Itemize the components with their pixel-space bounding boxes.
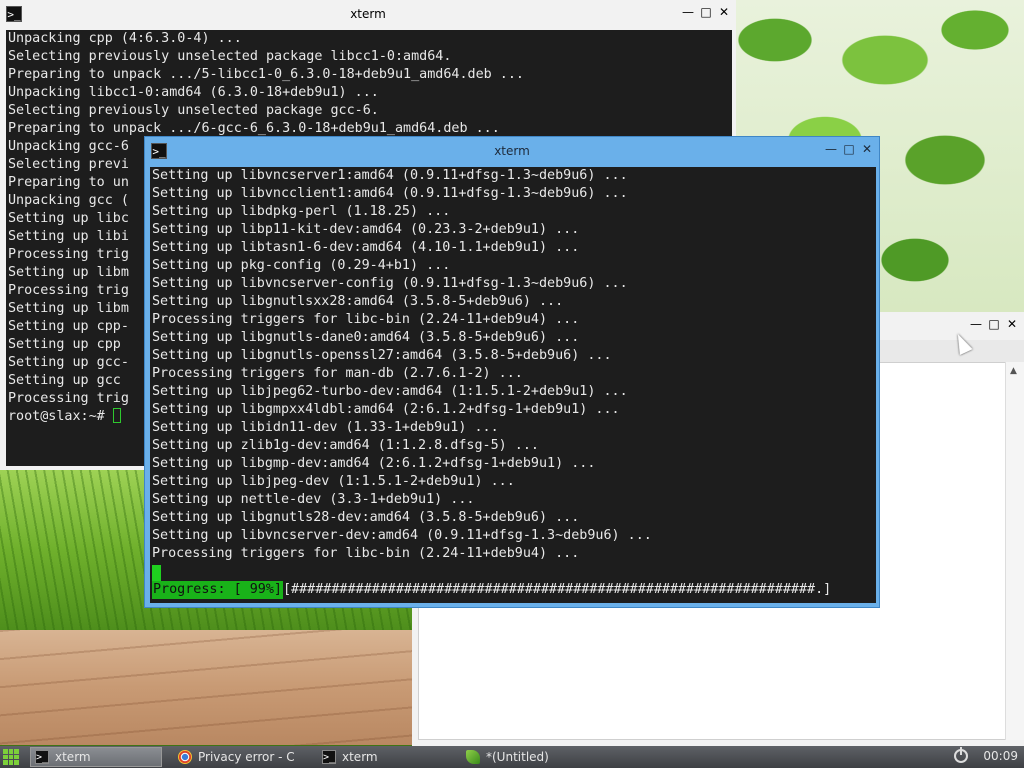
close-icon[interactable]: ✕ <box>718 5 730 19</box>
maximize-icon[interactable]: □ <box>700 5 712 19</box>
maximize-icon[interactable]: □ <box>988 317 1000 331</box>
window-titlebar[interactable]: >_ xterm — □ ✕ <box>0 0 736 28</box>
terminal-line: Setting up libgnutlsxx28:amd64 (3.5.8-5+… <box>152 294 564 309</box>
terminal-line: Setting up libjpeg62-turbo-dev:amd64 (1:… <box>152 384 628 399</box>
clock[interactable]: 00:09 <box>983 749 1018 763</box>
taskbar-item-label: xterm <box>55 750 91 764</box>
window-titlebar[interactable]: >_ xterm — □ ✕ <box>145 137 879 165</box>
window-title: xterm <box>350 7 386 21</box>
leafpad-icon <box>466 750 480 764</box>
terminal-line: Setting up nettle-dev (3.3-1+deb9u1) ... <box>152 492 475 507</box>
taskbar-item-label: Privacy error - C <box>198 750 295 764</box>
progress-bar-text: [#######################################… <box>283 582 832 597</box>
terminal-line: Setting up libjpeg-dev (1:1.5.1-2+deb9u1… <box>152 474 515 489</box>
apt-progress-line: Progress: [ 99%] [######################… <box>152 581 876 599</box>
maximize-icon[interactable]: □ <box>843 142 855 156</box>
terminal-line: Setting up libtasn1-6-dev:amd64 (4.10-1.… <box>152 240 580 255</box>
minimize-icon[interactable]: — <box>682 5 694 19</box>
terminal-line: Setting up libvncclient1:amd64 (0.9.11+d… <box>152 186 628 201</box>
taskbar-item-xterm-1[interactable]: >_ xterm <box>30 747 162 767</box>
chrome-icon <box>178 750 192 764</box>
terminal-line: Processing triggers for man-db (2.7.6.1-… <box>152 366 523 381</box>
terminal-line: Setting up zlib1g-dev:amd64 (1:1.2.8.dfs… <box>152 438 539 453</box>
power-icon[interactable] <box>954 747 968 763</box>
start-menu-icon[interactable] <box>3 749 19 765</box>
terminal-icon: >_ <box>35 750 49 764</box>
desktop-wallpaper-wood <box>0 630 420 745</box>
vertical-scrollbar[interactable]: ▲ <box>1005 362 1024 740</box>
terminal-line: Setting up libgnutls-openssl27:amd64 (3.… <box>152 348 612 363</box>
terminal-line: Setting up libdpkg-perl (1.18.25) ... <box>152 204 451 219</box>
window-title: xterm <box>494 144 530 158</box>
terminal-line: Preparing to unpack .../5-libcc1-0_6.3.0… <box>8 67 524 82</box>
terminal-line: Setting up libgmpxx4ldbl:amd64 (2:6.1.2+… <box>152 402 620 417</box>
minimize-icon[interactable]: — <box>970 317 982 331</box>
minimize-icon[interactable]: — <box>825 142 837 156</box>
terminal-line: Unpacking cpp (4:6.3.0-4) ... <box>8 31 242 46</box>
close-icon[interactable]: ✕ <box>1006 317 1018 331</box>
terminal-line: Setting up libgnutls-dane0:amd64 (3.5.8-… <box>152 330 580 345</box>
taskbar-item-xterm-2[interactable]: >_ xterm <box>318 747 450 767</box>
terminal-line: Setting up libidn11-dev (1.33-1+deb9u1) … <box>152 420 499 435</box>
close-icon[interactable]: ✕ <box>861 142 873 156</box>
terminal-line: Unpacking libcc1-0:amd64 (6.3.0-18+deb9u… <box>8 85 379 100</box>
taskbar-item-label: *(Untitled) <box>486 750 549 764</box>
taskbar-item-browser[interactable]: Privacy error - C <box>174 747 306 767</box>
xterm-window-front[interactable]: >_ xterm — □ ✕ Setting up libvncserver1:… <box>144 136 880 608</box>
taskbar: >_ xterm Privacy error - C >_ xterm *(Un… <box>0 746 1024 768</box>
terminal-cursor-block <box>152 565 161 581</box>
terminal-line: Processing triggers for libc-bin (2.24-1… <box>152 312 580 327</box>
terminal-line: Selecting previously unselected package … <box>8 103 379 118</box>
terminal-line: Setting up libp11-kit-dev:amd64 (0.23.3-… <box>152 222 580 237</box>
terminal-line: Setting up pkg-config (0.29-4+b1) ... <box>152 258 451 273</box>
progress-label: Progress: [ 99%] <box>152 581 283 599</box>
terminal-line: Setting up libgnutls28-dev:amd64 (3.5.8-… <box>152 510 580 525</box>
terminal-icon: >_ <box>322 750 336 764</box>
terminal-line: Setting up libgmp-dev:amd64 (2:6.1.2+dfs… <box>152 456 596 471</box>
terminal-line: Setting up libvncserver-dev:amd64 (0.9.1… <box>152 528 652 543</box>
taskbar-item-editor[interactable]: *(Untitled) <box>462 747 602 767</box>
text-cursor <box>112 408 121 423</box>
terminal-line: Selecting previously unselected package … <box>8 49 452 64</box>
terminal-output[interactable]: Setting up libvncserver1:amd64 (0.9.11+d… <box>150 167 876 603</box>
scroll-up-icon[interactable]: ▲ <box>1010 366 1017 376</box>
terminal-line: Setting up libvncserver1:amd64 (0.9.11+d… <box>152 168 628 183</box>
taskbar-item-label: xterm <box>342 750 378 764</box>
terminal-line: Setting up libvncserver-config (0.9.11+d… <box>152 276 628 291</box>
shell-prompt: root@slax:~# <box>8 409 105 424</box>
terminal-line: Processing triggers for libc-bin (2.24-1… <box>152 546 580 561</box>
